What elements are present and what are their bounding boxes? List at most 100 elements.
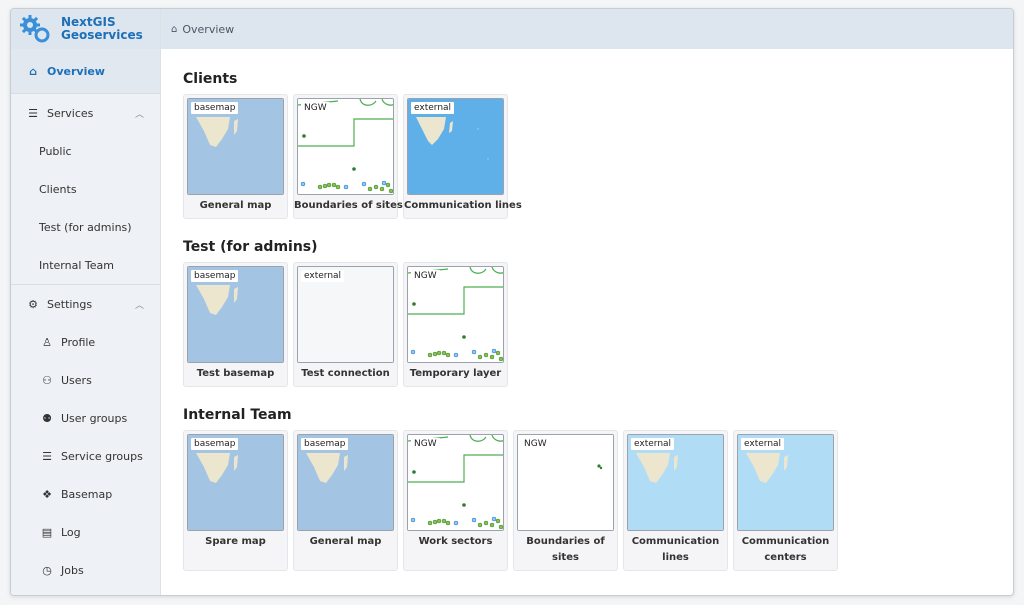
sidebar-item-public[interactable]: Public [11,132,160,170]
sidebar-item-label: Jobs [61,563,84,577]
sidebar-item-users[interactable]: ⚇ Users [11,361,160,399]
source-tag: external [301,270,345,282]
gear-icon: ⚙ [28,297,38,311]
card-label: General map [309,536,382,547]
sidebar-item-clients[interactable]: Clients [11,170,160,208]
sidebar-item-label: Basemap [61,487,113,501]
home-icon: ⌂ [29,64,37,78]
service-card[interactable]: basemap Spare map [183,430,288,571]
source-tag: NGW [521,438,550,450]
source-tag: NGW [411,438,440,450]
service-card[interactable]: basemap General map [183,94,288,219]
sidebar-item-label: Profile [61,335,96,349]
jobs-icon: ◷ [42,563,52,577]
breadcrumb: ⌂ Overview [161,9,1013,49]
section-title: Clients [183,71,238,87]
user-groups-icon: ⚉ [42,411,52,425]
sidebar-item-test[interactable]: Test (for admins) [11,208,160,246]
sidebar-item-overview[interactable]: ⌂ Overview [11,49,160,93]
sidebar-group-settings[interactable]: ⚙ Settings ︿ [11,285,160,323]
map-thumbnail: external [737,434,834,531]
source-tag: basemap [301,438,349,450]
source-tag: NGW [301,102,330,114]
sidebar-item-label: Users [61,373,92,387]
map-thumbnail: NGW [517,434,614,531]
card-grid: basemap General map NGW Boundaries of si… [183,94,1013,219]
breadcrumb-current: Overview [182,22,235,36]
section-title: Internal Team [183,407,292,423]
sidebar-item-label: User groups [61,411,128,425]
card-label: Test connection [301,368,390,379]
sidebar-item-basemap[interactable]: ❖ Basemap [11,475,160,513]
service-card[interactable]: basemap Test basemap [183,262,288,387]
sidebar-item-service-groups[interactable]: ☰ Service groups [11,437,160,475]
sidebar-group-services[interactable]: ☰ Services ︿ [11,94,160,132]
source-tag: basemap [191,438,239,450]
card-label: Test basemap [196,368,275,379]
sidebar-item-label: Service groups [61,449,143,463]
source-tag: external [631,438,675,450]
sidebar-item-user-groups[interactable]: ⚉ User groups [11,399,160,437]
map-thumbnail: basemap [187,98,284,195]
card-label: Boundaries of sites [294,200,403,211]
log-icon: ▤ [41,525,53,539]
source-tag: basemap [191,102,239,114]
sidebar-item-label: Log [61,525,81,539]
app-name-line2: Geoservices [61,28,143,42]
app-window: NextGIS Geoservices ⌂ Overview ☰ Service… [10,8,1014,596]
users-icon: ⚇ [42,373,52,387]
map-thumbnail: NGW [297,98,394,195]
source-tag: external [741,438,785,450]
sidebar-item-label: Services [47,106,94,120]
card-label: Temporary layer [409,368,502,379]
sidebar-item-log[interactable]: ▤ Log [11,513,160,551]
card-label: Work sectors [418,536,493,547]
chevron-up-icon: ︿ [134,300,144,311]
map-thumbnail: basemap [187,266,284,363]
card-label: Boundaries of sites [526,536,605,563]
chevron-up-icon: ︿ [134,109,144,120]
brand[interactable]: NextGIS Geoservices [11,9,160,49]
nextgis-logo-icon [19,14,51,44]
card-label: Spare map [205,536,266,547]
card-label: Communication lines [404,200,522,211]
card-label: Communication lines [631,536,720,563]
service-card[interactable]: NGW Boundaries of sites [513,430,618,571]
card-grid: basemap Test basemap external Test connecti… [183,262,1013,387]
section-title: Test (for admins) [183,239,318,255]
card-label: General map [199,200,272,211]
map-thumbnail: NGW [407,434,504,531]
map-thumbnail: basemap [187,434,284,531]
profile-icon: ♙ [42,335,52,349]
source-tag: NGW [411,270,440,282]
service-card[interactable]: basemap General map [293,430,398,571]
map-thumbnail: NGW [407,266,504,363]
sidebar-item-jobs[interactable]: ◷ Jobs [11,551,160,589]
source-tag: external [411,102,455,114]
sidebar-item-label: Settings [47,297,93,311]
overview-content: Clients basemap General map NGW Boundari… [161,49,1013,595]
services-icon: ☰ [28,106,38,120]
sidebar-item-label: Public [39,144,72,158]
sidebar-item-label: Overview [47,64,105,78]
service-card[interactable]: external Test connection [293,262,398,387]
sidebar-item-label: Internal Team [39,258,114,272]
sidebar-item-label: Clients [39,182,77,196]
service-card[interactable]: NGW Work sectors [403,430,508,571]
card-label: Communication centers [741,536,830,563]
home-icon[interactable]: ⌂ [171,24,177,35]
source-tag: basemap [191,270,239,282]
sidebar-item-profile[interactable]: ♙ Profile [11,323,160,361]
map-thumbnail: basemap [297,434,394,531]
sidebar-item-internal-team[interactable]: Internal Team [11,246,160,284]
service-card[interactable]: external Communication lines [403,94,522,219]
service-card[interactable]: external Communication centers [733,430,838,571]
service-groups-icon: ☰ [42,449,52,463]
sidebar-item-label: Test (for admins) [39,220,132,234]
service-card[interactable]: external Communication lines [623,430,728,571]
service-card[interactable]: NGW Temporary layer [403,262,508,387]
map-thumbnail: external [407,98,504,195]
sidebar: NextGIS Geoservices ⌂ Overview ☰ Service… [11,9,161,595]
card-grid: basemap Spare map basemap General map NG… [183,430,1013,571]
service-card[interactable]: NGW Boundaries of sites [293,94,403,219]
